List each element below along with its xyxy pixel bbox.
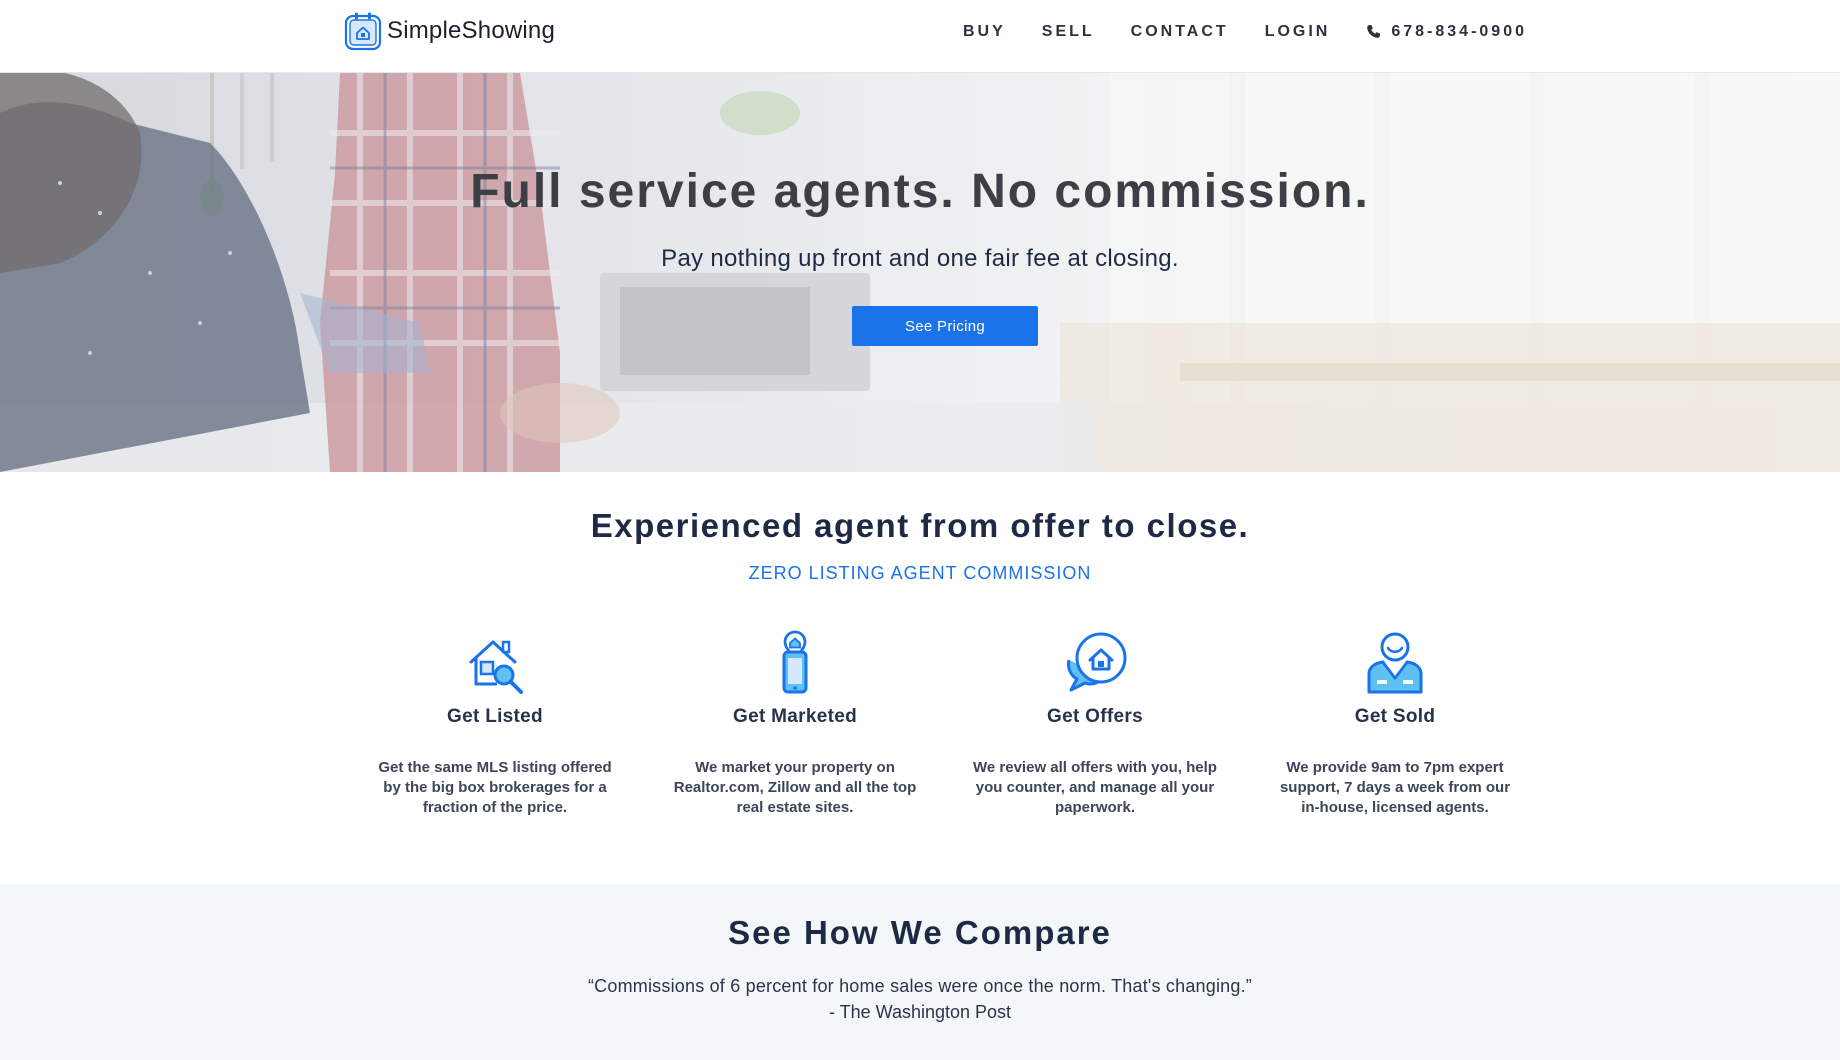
nav-link-contact[interactable]: CONTACT (1131, 23, 1229, 41)
nav-link-buy[interactable]: BUY (963, 23, 1006, 41)
compare-title: See How We Compare (728, 914, 1112, 951)
mobile-location-icon (782, 630, 808, 694)
main-nav: BUY SELL CONTACT LOGIN 678-834-0900 (963, 0, 1527, 63)
feature-description: We review all offers with you, help you … (973, 759, 1217, 816)
house-search-icon (469, 640, 523, 694)
calendar-house-icon (344, 12, 382, 51)
feature-description: We provide 9am to 7pm expert support, 7 … (1279, 759, 1511, 816)
site-header: SimpleShowing BUY SELL CONTACT LOGIN 678… (0, 0, 1840, 73)
feature-title: Get Marketed (733, 706, 857, 727)
feature-get-sold: Get Sold We provide 9am to 7pm expert su… (1265, 630, 1525, 818)
feature-description: Get the same MLS listing offered by the … (378, 759, 612, 816)
brand-name: SimpleShowing (387, 17, 556, 44)
nav-link-sell[interactable]: SELL (1042, 23, 1095, 41)
feature-get-offers: Get Offers We review all offers with you… (965, 630, 1225, 818)
compare-quote-source: - The Washington Post (828, 1002, 1012, 1022)
compare-section: See How We Compare “Commissions of 6 per… (0, 884, 1840, 1060)
phone-icon (1367, 24, 1381, 38)
feature-description: We market your property on Realtor.com, … (673, 759, 917, 816)
nav-link-login[interactable]: LOGIN (1265, 23, 1331, 41)
agent-person-icon (1367, 632, 1423, 694)
hero-subtitle: Pay nothing up front and one fair fee at… (661, 245, 1179, 272)
feature-get-marketed: Get Marketed We market your property on … (665, 630, 925, 818)
feature-get-listed: Get Listed Get the same MLS listing offe… (365, 630, 625, 818)
chat-house-icon (1067, 632, 1127, 692)
logo-link[interactable]: SimpleShowing (344, 11, 555, 51)
feature-title: Get Sold (1354, 706, 1436, 727)
hero-section: Full service agents. No commission. Pay … (0, 73, 1840, 472)
feature-title: Get Offers (1047, 706, 1143, 727)
phone-number: 678-834-0900 (1391, 22, 1527, 40)
feature-title: Get Listed (447, 706, 543, 727)
features-title: Experienced agent from offer to close. (590, 507, 1250, 544)
nav-phone-link[interactable]: 678-834-0900 (1366, 23, 1527, 41)
hero-title: Full service agents. No commission. (470, 165, 1370, 218)
features-kicker: ZERO LISTING AGENT COMMISSION (748, 563, 1092, 583)
compare-quote: “Commissions of 6 percent for home sales… (587, 976, 1252, 996)
see-pricing-button[interactable]: See Pricing (852, 306, 1038, 346)
